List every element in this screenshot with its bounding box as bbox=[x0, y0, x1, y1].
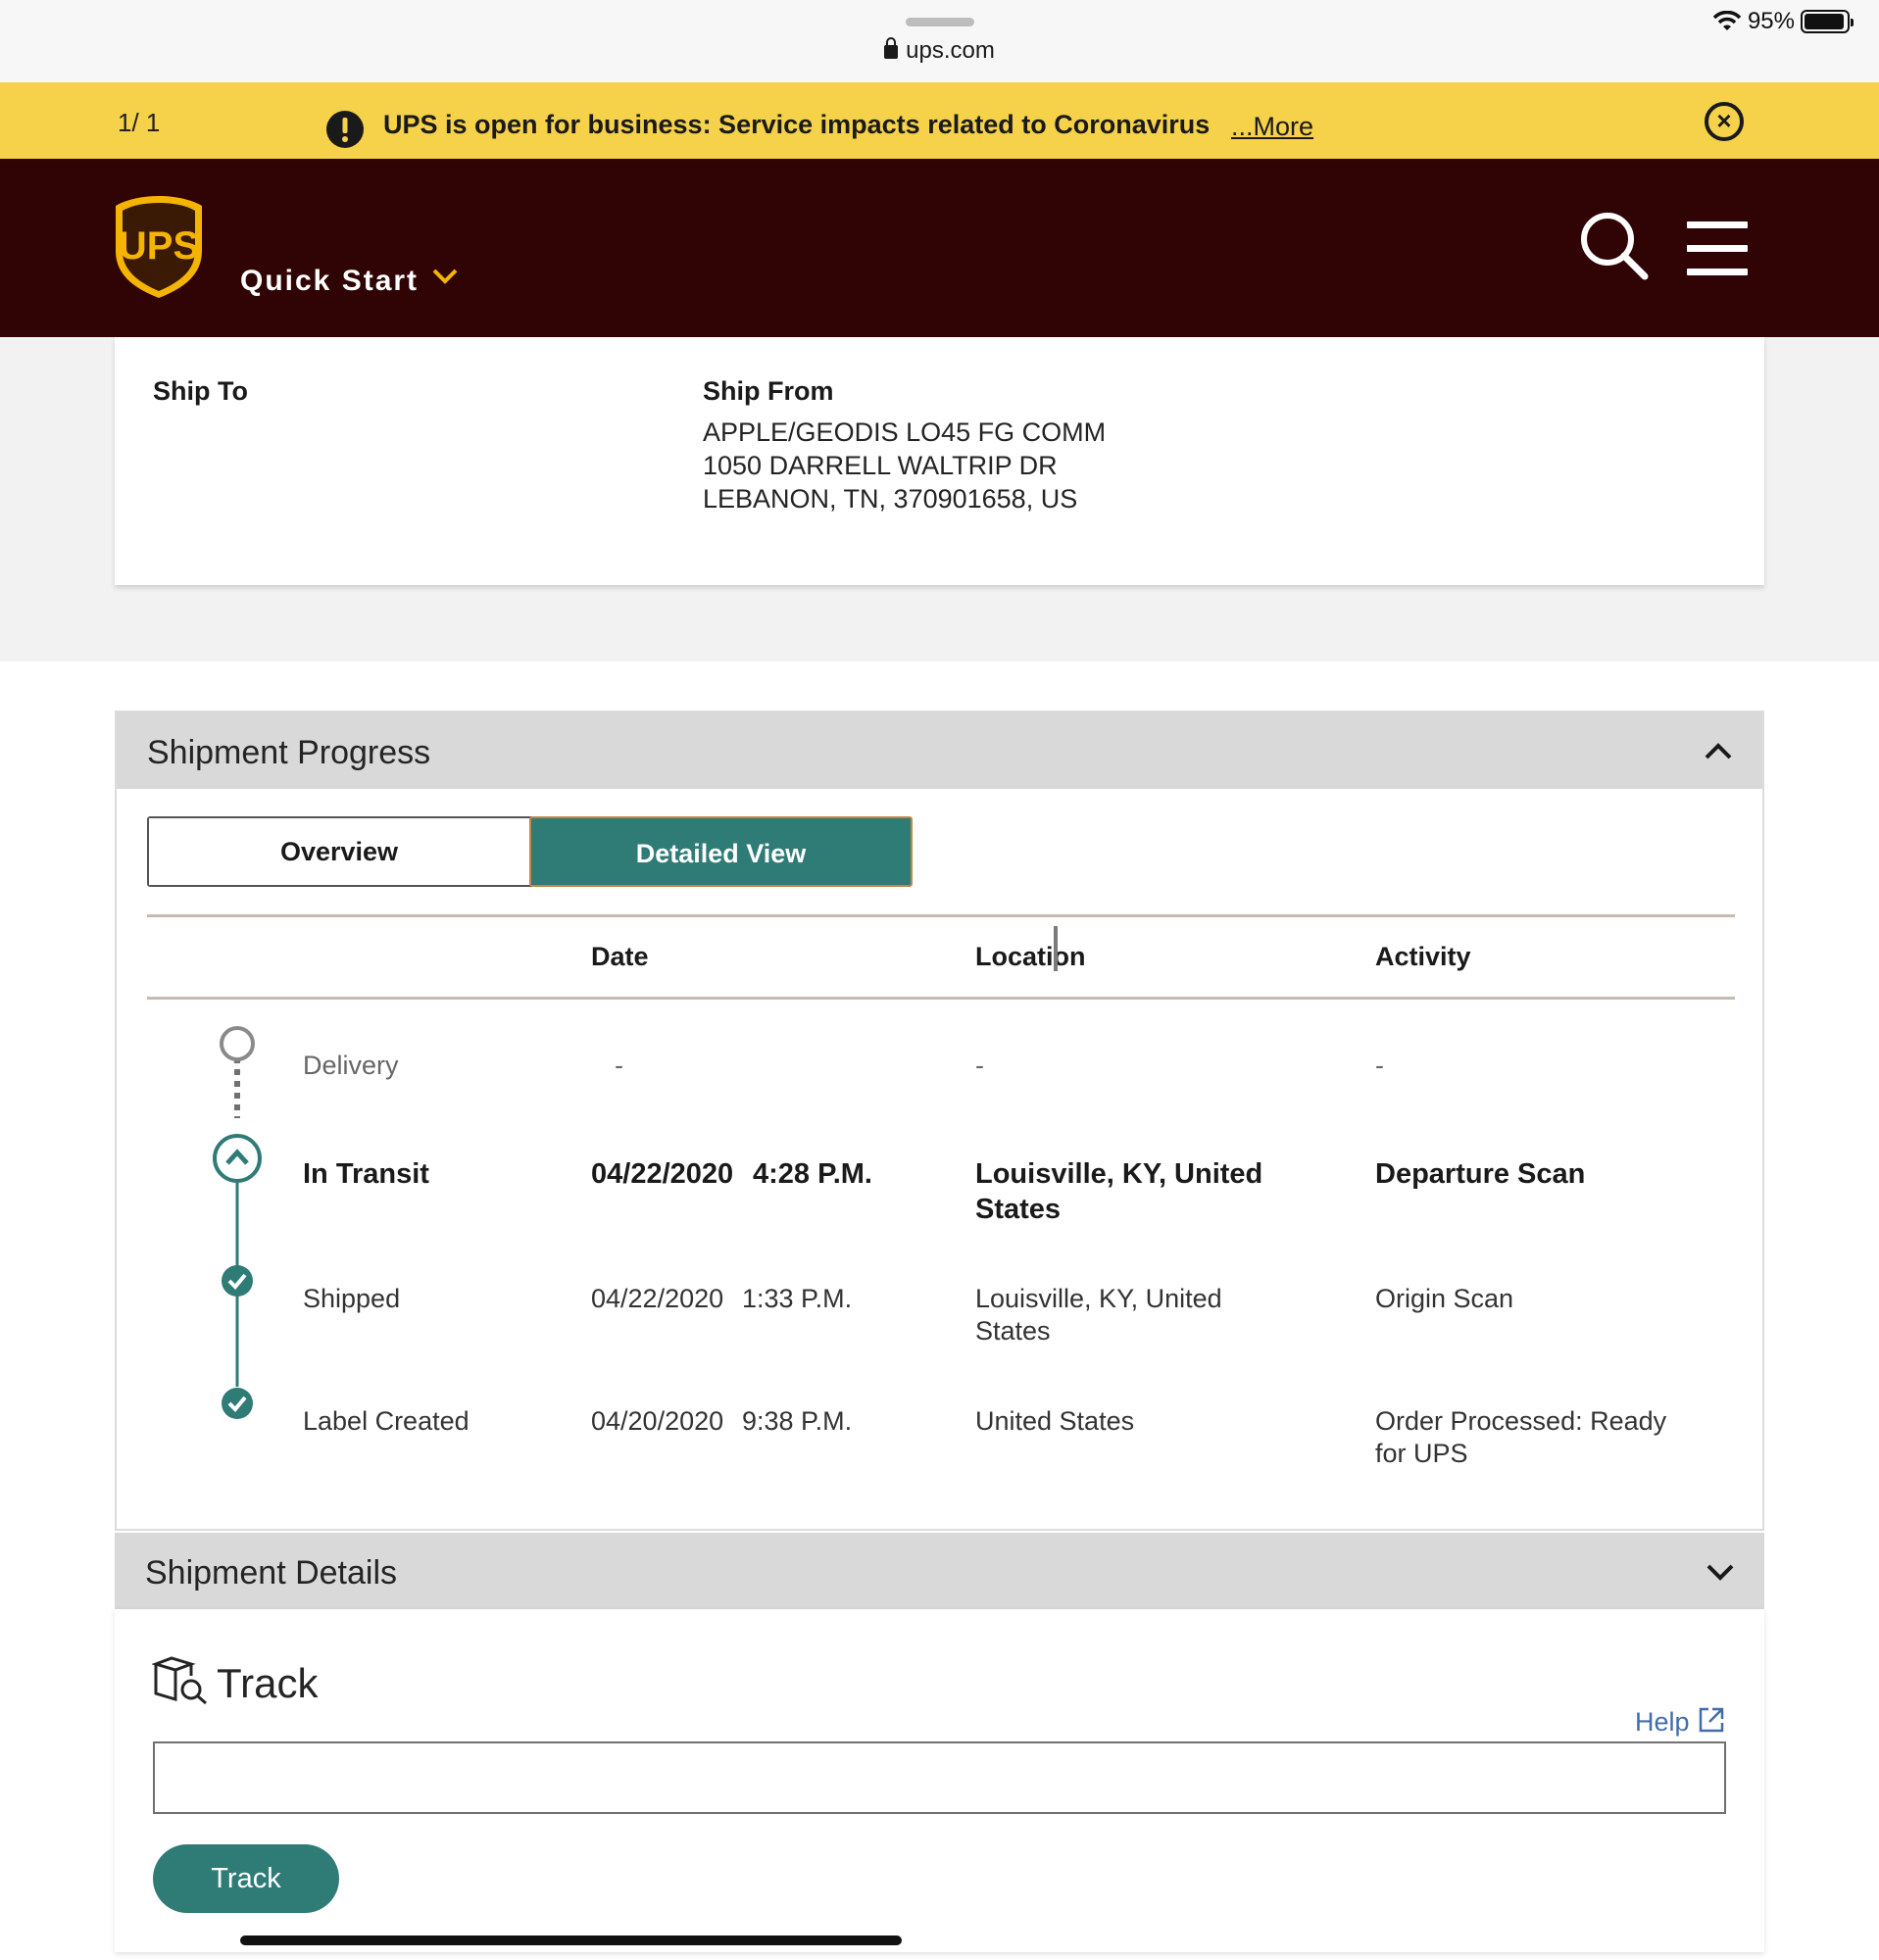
tab-grabber[interactable] bbox=[906, 18, 974, 26]
column-header-activity: Activity bbox=[1375, 942, 1471, 971]
shipment-details-header[interactable]: Shipment Details bbox=[115, 1533, 1764, 1609]
alert-more-link[interactable]: ...More bbox=[1231, 112, 1313, 142]
activity-cell: Departure Scan bbox=[1375, 1158, 1586, 1190]
chevron-down-icon[interactable] bbox=[1706, 1562, 1735, 1582]
activity-cell: Order Processed: Ready bbox=[1375, 1406, 1667, 1436]
external-link-icon[interactable] bbox=[1697, 1705, 1726, 1735]
activity-cell: Origin Scan bbox=[1375, 1284, 1514, 1313]
location-cell: Louisville, KY, United bbox=[975, 1158, 1263, 1190]
checkmark-icon bbox=[222, 1265, 253, 1297]
exclamation-icon bbox=[326, 111, 364, 148]
date-cell: 04/22/2020 bbox=[591, 1158, 734, 1190]
chevron-down-icon[interactable] bbox=[431, 267, 459, 286]
track-button[interactable]: Track bbox=[153, 1844, 339, 1913]
checkmark-icon bbox=[222, 1388, 253, 1419]
table-divider bbox=[147, 997, 1735, 1000]
date-cell: 04/22/2020 bbox=[591, 1284, 724, 1313]
track-card: Track Help Track bbox=[115, 1609, 1764, 1952]
alert-counter: 1/ 1 bbox=[118, 108, 161, 137]
chevron-up-icon[interactable] bbox=[1704, 742, 1733, 761]
search-icon[interactable] bbox=[1578, 210, 1649, 280]
address-bar[interactable]: ups.com bbox=[0, 37, 1879, 65]
logo-text: UPS bbox=[119, 224, 199, 268]
tracking-number-input[interactable] bbox=[153, 1741, 1726, 1814]
tab-overview[interactable]: Overview bbox=[149, 818, 529, 885]
column-header-location: Location bbox=[975, 942, 1086, 971]
system-status: 95% bbox=[1712, 8, 1854, 35]
battery-icon bbox=[1801, 10, 1854, 33]
alert-banner: 1/ 1 UPS is open for business: Service i… bbox=[0, 82, 1879, 159]
location-cell: United States bbox=[975, 1406, 1135, 1436]
shipment-progress-header[interactable]: Shipment Progress bbox=[117, 712, 1762, 789]
location-cell-line-2: States bbox=[975, 1316, 1051, 1346]
track-title: Track bbox=[217, 1660, 319, 1706]
site-header: UPS Quick Start bbox=[0, 159, 1879, 337]
battery-percent: 95% bbox=[1747, 8, 1795, 34]
shipment-progress-panel: Shipment Progress Overview Detailed View… bbox=[115, 710, 1764, 1531]
date-cell: - bbox=[615, 1051, 623, 1080]
ship-to-label: Ship To bbox=[153, 376, 248, 406]
alert-message: UPS is open for business: Service impact… bbox=[383, 110, 1211, 139]
tab-detailed-view[interactable]: Detailed View bbox=[529, 816, 913, 887]
progress-timeline bbox=[234, 1057, 240, 1387]
panel-title: Shipment Details bbox=[145, 1554, 398, 1592]
ship-info-card: Ship To Ship From APPLE/GEODIS LO45 FG C… bbox=[115, 337, 1764, 585]
time-cell: 1:33 P.M. bbox=[742, 1284, 853, 1313]
status-cell: Label Created bbox=[303, 1406, 470, 1436]
wifi-icon bbox=[1712, 11, 1742, 30]
quick-start-menu[interactable]: Quick Start bbox=[240, 265, 419, 298]
view-toggle: Overview Detailed View bbox=[147, 816, 913, 887]
location-cell: Louisville, KY, United bbox=[975, 1284, 1222, 1313]
close-icon[interactable]: × bbox=[1705, 102, 1744, 141]
table-divider bbox=[147, 914, 1735, 917]
status-cell: Delivery bbox=[303, 1051, 399, 1080]
panel-title: Shipment Progress bbox=[147, 734, 431, 771]
ship-from-line-1: APPLE/GEODIS LO45 FG COMM bbox=[703, 417, 1107, 447]
package-search-icon bbox=[152, 1656, 207, 1705]
location-cell-line-2: States bbox=[975, 1194, 1062, 1225]
home-indicator[interactable] bbox=[240, 1936, 902, 1945]
delivery-pending-icon bbox=[220, 1026, 255, 1061]
ups-logo[interactable]: UPS bbox=[114, 194, 204, 300]
time-cell: 9:38 P.M. bbox=[742, 1406, 853, 1436]
date-cell: 04/20/2020 bbox=[591, 1406, 724, 1436]
ship-from-line-3: LEBANON, TN, 370901658, US bbox=[703, 484, 1078, 514]
ship-from-label: Ship From bbox=[703, 376, 834, 406]
hamburger-menu-icon[interactable] bbox=[1687, 221, 1748, 280]
activity-cell-line-2: for UPS bbox=[1375, 1439, 1468, 1468]
status-cell: Shipped bbox=[303, 1284, 401, 1313]
column-header-date: Date bbox=[591, 942, 649, 971]
help-link[interactable]: Help bbox=[1635, 1707, 1690, 1738]
url-text: ups.com bbox=[906, 37, 995, 64]
lock-icon bbox=[884, 37, 899, 59]
text-cursor bbox=[1054, 926, 1058, 971]
in-transit-icon bbox=[213, 1134, 262, 1183]
activity-cell: - bbox=[1375, 1051, 1384, 1080]
ship-from-line-2: 1050 DARRELL WALTRIP DR bbox=[703, 451, 1058, 480]
location-cell: - bbox=[975, 1051, 984, 1080]
time-cell: 4:28 P.M. bbox=[753, 1158, 872, 1190]
browser-status-bar: ups.com 95% bbox=[0, 0, 1879, 82]
status-cell: In Transit bbox=[303, 1158, 429, 1190]
